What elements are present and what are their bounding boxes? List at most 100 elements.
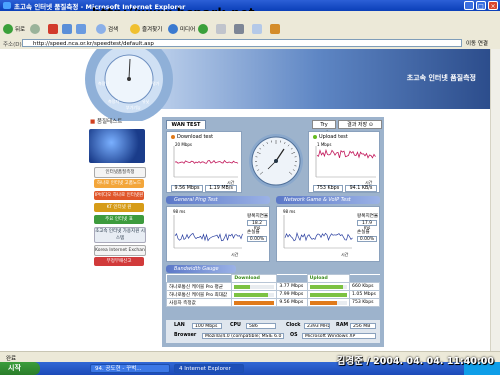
dial-label-1: 측정단 bbox=[98, 80, 109, 86]
toolbar: 뒤로 검색 즐겨찾기 미디어 bbox=[0, 20, 500, 39]
bw-up-value: 660 Kbps bbox=[349, 282, 380, 291]
cpu-value: 586 bbox=[246, 323, 276, 329]
refresh-icon bbox=[62, 24, 72, 34]
mail-button[interactable] bbox=[216, 23, 226, 35]
bandwidth-row: 하나로통신 케이블 Pro 평균 3.77 Mbps 660 Kbps bbox=[165, 282, 380, 291]
mail-icon bbox=[216, 24, 226, 34]
address-input[interactable]: http://speed.nca.or.kr/speedtest/default… bbox=[22, 39, 462, 47]
forward-arrow-icon bbox=[30, 24, 40, 34]
ping-loss-value: 0.00% bbox=[247, 236, 267, 242]
netgame-loss-label: 손실률 bbox=[357, 230, 370, 235]
edit-icon bbox=[252, 24, 262, 34]
ping-axis-label: 시간 bbox=[231, 252, 239, 257]
forward-button[interactable] bbox=[30, 23, 40, 35]
start-button[interactable]: 시작 bbox=[0, 362, 40, 375]
search-button[interactable]: 검색 bbox=[96, 23, 118, 35]
upload-kbytes: 94.1 KB/s bbox=[345, 185, 377, 192]
cpu-label: CPU bbox=[230, 323, 241, 328]
print-icon bbox=[234, 24, 244, 34]
back-button[interactable]: 뒤로 bbox=[3, 23, 25, 35]
netgame-scale: 98 ms bbox=[283, 209, 296, 214]
lan-value: 100 Mbps bbox=[192, 323, 222, 329]
history-icon bbox=[198, 24, 208, 34]
save-result-button[interactable]: 결과 저장 ⊙ bbox=[338, 120, 382, 129]
download-title: Download test bbox=[171, 134, 213, 140]
taskbar-item[interactable]: 94. 공도현 - 꾸벅... bbox=[90, 364, 170, 373]
sidebar-button-4[interactable]: 주요 인터넷 표 bbox=[94, 215, 144, 224]
sidebar-button-7[interactable]: 부정부패신고 bbox=[94, 257, 144, 266]
favorites-label: 즐겨찾기 bbox=[142, 27, 163, 33]
tab-wan-test[interactable]: WAN TEST bbox=[166, 120, 206, 129]
upload-title: Upload test bbox=[313, 134, 348, 140]
netgame-panel: 98 ms 왕복지연율 17.9 ms 손실률 0.00% 시간 bbox=[276, 206, 380, 262]
discuss-button[interactable] bbox=[270, 23, 280, 35]
sidebar-title: ■ 품질테스트 bbox=[90, 119, 123, 125]
bw-up-bar bbox=[306, 290, 351, 299]
favorites-button[interactable]: 즐겨찾기 bbox=[130, 23, 162, 35]
bandwidth-table: Download Upload 하나로통신 케이블 Pro 평균 3.77 Mb… bbox=[165, 274, 380, 307]
go-button[interactable]: 이동 연결 bbox=[466, 39, 488, 47]
ram-label: RAM bbox=[336, 323, 349, 328]
system-info: LAN 100 Mbps CPU 586 Clock 2393 MHz RAM … bbox=[166, 320, 380, 343]
history-button[interactable] bbox=[198, 23, 208, 35]
upload-graph: Upload test 1 Mbps 시간 753 Kbps 94.1 KB/s bbox=[308, 131, 380, 193]
bandwidth-row: 하나로통신 케이블 Pro 최대값 7.99 Mbps 1.05 Mbps bbox=[165, 290, 380, 299]
home-button[interactable] bbox=[76, 23, 86, 35]
upload-title-text: Upload test bbox=[319, 134, 348, 140]
bw-row-label: 하나로통신 케이블 Pro 평균 bbox=[165, 282, 233, 291]
dial-label-3: 부가기능 bbox=[126, 104, 141, 110]
stop-button[interactable] bbox=[48, 23, 58, 35]
maximize-button[interactable]: □ bbox=[476, 1, 486, 10]
media-button[interactable]: 미디어 bbox=[168, 23, 195, 35]
ping-scale: 98 ms bbox=[173, 209, 186, 214]
sidebar-button-6[interactable]: Korea Internet Exchange bbox=[94, 245, 146, 256]
ping-loss-label: 손실률 bbox=[247, 230, 260, 235]
back-label: 뒤로 bbox=[15, 27, 26, 33]
bw-down-value: 7.99 Mbps bbox=[276, 290, 308, 299]
print-button[interactable] bbox=[234, 23, 244, 35]
timestamp-overlay: 김경준 / 2004. 04. 04. 11:40:00 bbox=[336, 356, 494, 367]
ping-rtt-value: 18.2 ms bbox=[247, 220, 267, 231]
sidebar-button-3[interactable]: KT 인터넷 원 bbox=[94, 203, 144, 212]
header-dial: 측정단 측정자 부가기능 유닛 평가 bbox=[85, 49, 173, 121]
vertical-scrollbar[interactable] bbox=[490, 49, 500, 351]
download-graph: Download test 20 Mbps 시간 9.56 Mbps 1.19 … bbox=[166, 131, 242, 193]
minimize-button[interactable]: _ bbox=[464, 1, 474, 10]
bandwidth-row: 사용자 측정값 9.56 Mbps 753 Kbps bbox=[165, 298, 380, 307]
download-plot bbox=[173, 146, 239, 178]
try-again-button[interactable]: Try again bbox=[312, 120, 336, 136]
banner-title: 초고속 인터넷 품질측정 bbox=[406, 74, 476, 82]
sidebar-button-1[interactable]: 하나로 인터넷 고품노드 bbox=[94, 179, 144, 188]
back-arrow-icon bbox=[3, 24, 13, 34]
sidebar-button-5[interactable]: 초고속 인터넷 가용지원 시스템 bbox=[94, 227, 146, 243]
download-title-text: Download test bbox=[177, 134, 214, 140]
edit-button[interactable] bbox=[252, 23, 262, 35]
refresh-button[interactable] bbox=[62, 23, 72, 35]
ram-value: 256 MB bbox=[350, 323, 376, 329]
netgame-loss-value: 0.00% bbox=[357, 236, 377, 242]
bw-row-label: 사용자 측정값 bbox=[165, 298, 233, 307]
sidebar-button-0[interactable]: 인터넷품질측정 bbox=[94, 167, 146, 178]
bw-up-bar bbox=[306, 282, 351, 291]
dial-label-4: 유닛 bbox=[142, 98, 150, 104]
speed-test-panel: WAN TEST Try again 결과 저장 ⊙ Download test… bbox=[162, 117, 384, 347]
os-value: Microsoft Windows XP bbox=[302, 333, 376, 339]
discuss-icon bbox=[270, 24, 280, 34]
close-button[interactable]: × bbox=[488, 1, 498, 10]
media-label: 미디어 bbox=[180, 27, 196, 33]
ie-icon bbox=[3, 2, 11, 9]
home-icon bbox=[76, 24, 86, 34]
status-text: 완료 bbox=[6, 356, 17, 362]
bw-up-value: 753 Kbps bbox=[349, 298, 380, 307]
netgame-axis-label: 시간 bbox=[341, 252, 349, 257]
links-label: 연결 bbox=[477, 41, 488, 47]
netgame-section-header: Network Game & VoIP Test bbox=[276, 196, 380, 204]
taskbar-item[interactable]: 4 Internet Explorer bbox=[174, 364, 244, 373]
ping-rtt-label: 왕복지연율 bbox=[247, 214, 269, 219]
sidebar-button-2[interactable]: IP비디오 하나로 인터넷원 bbox=[94, 191, 144, 200]
media-icon bbox=[168, 24, 178, 34]
clock-label: Clock bbox=[286, 323, 301, 328]
download-mbps: 9.56 Mbps bbox=[171, 185, 203, 192]
ping-section-header: General Ping Test bbox=[166, 196, 270, 204]
bw-up-value: 1.05 Mbps bbox=[349, 290, 380, 299]
